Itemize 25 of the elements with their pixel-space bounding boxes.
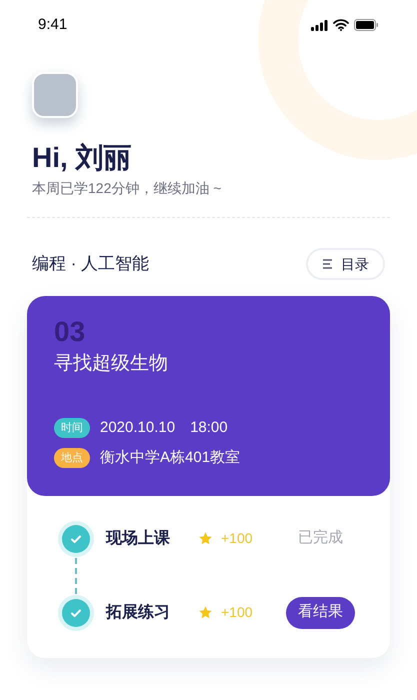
status-text: 已完成 (297, 528, 344, 548)
lesson-number: 03 (54, 318, 86, 346)
points-text: +100 (221, 529, 253, 548)
info-value: 2020.10.10 18:00 (100, 418, 228, 438)
catalog-button[interactable]: 目录 (306, 248, 385, 280)
greeting-title: Hi, 刘丽 (32, 141, 133, 175)
lesson-card[interactable]: 03 寻找超级生物 时间 2020.10.10 18:00 地点 衡水中学A栋401教室 (27, 296, 390, 496)
wifi-icon (333, 19, 349, 31)
study-summary: 本周已学122分钟，继续加油 ~ (32, 179, 222, 198)
status-time: 9:41 (38, 14, 68, 35)
star-icon (198, 531, 213, 546)
lesson-title: 寻找超级生物 (54, 352, 169, 376)
points-text: +100 (221, 603, 253, 622)
task-name: 拓展练习 (106, 602, 171, 622)
info-tag: 地点 (54, 448, 90, 468)
info-tag: 时间 (54, 418, 90, 438)
task-name: 现场上课 (106, 528, 171, 548)
menu-icon (322, 259, 333, 269)
star-icon (198, 605, 213, 620)
view-result-button[interactable]: 看结果 (286, 596, 355, 628)
avatar-placeholder[interactable] (32, 72, 78, 118)
course-title: 编程 · 人工智能 (32, 253, 150, 276)
signal-icon (311, 20, 328, 30)
info-value: 衡水中学A栋401教室 (100, 448, 240, 468)
battery-icon (354, 19, 379, 31)
